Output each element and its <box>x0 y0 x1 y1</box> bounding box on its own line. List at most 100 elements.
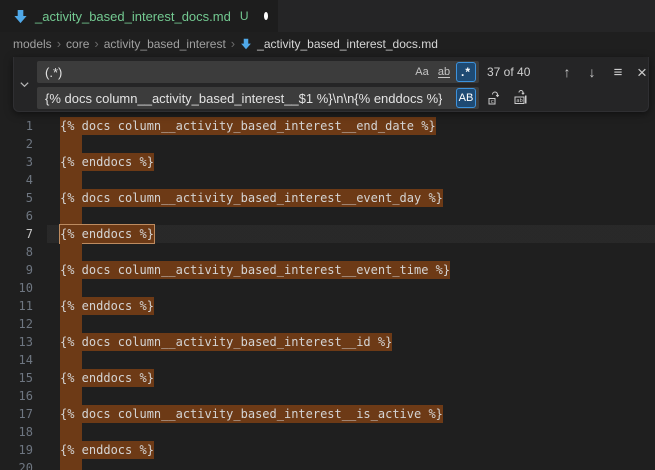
editor-line[interactable]: 9 {% docs column__activity_based_interes… <box>0 261 655 279</box>
line-content[interactable]: {% enddocs %} <box>60 297 154 315</box>
line-number[interactable]: 2 <box>0 135 33 153</box>
line-content[interactable] <box>60 315 82 333</box>
selection-icon: ≡ <box>614 64 623 81</box>
close-icon: × <box>637 64 647 81</box>
tab-active-file[interactable]: _activity_based_interest_docs.md U <box>0 0 278 32</box>
editor-line[interactable]: 3 {% enddocs %} <box>0 153 655 171</box>
line-content[interactable] <box>60 243 82 261</box>
line-content[interactable]: {% enddocs %} <box>60 153 154 171</box>
editor-line[interactable]: 10 <box>0 279 655 297</box>
line-number[interactable]: 1 <box>0 117 33 135</box>
line-number[interactable]: 14 <box>0 351 33 369</box>
line-content[interactable] <box>60 459 82 470</box>
markdown-file-icon <box>13 9 28 24</box>
editor-line[interactable]: 20 <box>0 459 655 470</box>
line-content[interactable] <box>60 279 82 297</box>
line-number[interactable]: 20 <box>0 459 33 470</box>
arrow-down-icon: ↓ <box>589 64 596 80</box>
find-in-selection-button[interactable]: ≡ <box>608 62 628 82</box>
editor-line[interactable]: 11 {% enddocs %} <box>0 297 655 315</box>
editor-line[interactable]: 5 {% docs column__activity_based_interes… <box>0 189 655 207</box>
line-number[interactable]: 17 <box>0 405 33 423</box>
line-content[interactable]: {% docs column__activity_based_interest_… <box>60 405 443 423</box>
whole-word-button[interactable]: ab <box>434 62 454 82</box>
line-number[interactable]: 6 <box>0 207 33 225</box>
line-content[interactable]: {% docs column__activity_based_interest_… <box>60 261 450 279</box>
find-match: {% docs column__activity_based_interest_… <box>60 405 443 423</box>
line-content[interactable] <box>60 207 82 225</box>
line-content[interactable]: {% enddocs %} <box>60 441 154 459</box>
replace-button[interactable]: c <box>485 88 505 108</box>
line-number[interactable]: 7 <box>0 225 33 243</box>
replace-all-button[interactable]: ab <box>510 88 530 108</box>
replace-value: {% docs column__activity_based_interest_… <box>37 91 442 106</box>
editor-line[interactable]: 16 <box>0 387 655 405</box>
toggle-replace-button[interactable] <box>14 57 34 111</box>
preserve-case-button[interactable]: AB <box>456 88 476 108</box>
chevron-down-icon <box>19 79 30 90</box>
line-number[interactable]: 16 <box>0 387 33 405</box>
line-content[interactable] <box>60 387 82 405</box>
line-number[interactable]: 4 <box>0 171 33 189</box>
line-content[interactable]: {% enddocs %} <box>60 369 154 387</box>
match-case-button[interactable]: Aa <box>412 62 432 82</box>
editor-line[interactable]: 12 <box>0 315 655 333</box>
editor-line[interactable]: 1 {% docs column__activity_based_interes… <box>0 117 655 135</box>
line-number[interactable]: 9 <box>0 261 33 279</box>
tab-filename: _activity_based_interest_docs.md <box>35 9 231 24</box>
regex-button[interactable]: .* <box>456 62 476 82</box>
previous-match-button[interactable]: ↑ <box>557 62 577 82</box>
line-number[interactable]: 12 <box>0 315 33 333</box>
modified-dot-icon[interactable] <box>264 12 268 20</box>
editor-line[interactable]: 18 <box>0 423 655 441</box>
line-number[interactable]: 11 <box>0 297 33 315</box>
breadcrumb-item-activity-based-interest[interactable]: activity_based_interest <box>104 37 226 51</box>
editor-line[interactable]: 7 {% enddocs %} <box>0 225 655 243</box>
editor-line[interactable]: 17 {% docs column__activity_based_intere… <box>0 405 655 423</box>
next-match-button[interactable]: ↓ <box>582 62 602 82</box>
editor-line[interactable]: 4 <box>0 171 655 189</box>
find-input[interactable]: (.*) Aa ab .* <box>37 61 479 83</box>
line-number[interactable]: 10 <box>0 279 33 297</box>
line-number[interactable]: 13 <box>0 333 33 351</box>
line-content[interactable] <box>60 423 82 441</box>
editor-line[interactable]: 2 <box>0 135 655 153</box>
close-find-widget-button[interactable]: × <box>632 62 652 82</box>
editor-line[interactable]: 13 {% docs column__activity_based_intere… <box>0 333 655 351</box>
line-number[interactable]: 15 <box>0 369 33 387</box>
find-match-empty-line <box>60 423 82 441</box>
line-content[interactable]: {% docs column__activity_based_interest_… <box>60 189 443 207</box>
line-content[interactable]: {% enddocs %} <box>60 225 154 243</box>
replace-all-icon: ab <box>512 90 529 106</box>
line-content[interactable] <box>60 135 82 153</box>
git-untracked-badge: U <box>240 9 249 23</box>
current-find-match: {% enddocs %} <box>60 225 154 243</box>
editor-line[interactable]: 6 <box>0 207 655 225</box>
editor-line[interactable]: 15 {% enddocs %} <box>0 369 655 387</box>
line-number[interactable]: 18 <box>0 423 33 441</box>
find-match-empty-line <box>60 279 82 297</box>
find-match-empty-line <box>60 207 82 225</box>
line-number[interactable]: 19 <box>0 441 33 459</box>
replace-icon: c <box>487 90 503 106</box>
replace-input[interactable]: {% docs column__activity_based_interest_… <box>37 87 479 109</box>
breadcrumb-item-file[interactable]: _activity_based_interest_docs.md <box>240 37 438 51</box>
line-number[interactable]: 8 <box>0 243 33 261</box>
editor-line[interactable]: 8 <box>0 243 655 261</box>
arrow-up-icon: ↑ <box>564 64 571 80</box>
breadcrumb-item-models[interactable]: models <box>13 37 52 51</box>
line-content[interactable]: {% docs column__activity_based_interest_… <box>60 333 392 351</box>
line-content[interactable] <box>60 351 82 369</box>
line-content[interactable]: {% docs column__activity_based_interest_… <box>60 117 436 135</box>
breadcrumb-item-core[interactable]: core <box>66 37 89 51</box>
find-match: {% docs column__activity_based_interest_… <box>60 333 392 351</box>
editor-line[interactable]: 14 <box>0 351 655 369</box>
editor[interactable]: 1 {% docs column__activity_based_interes… <box>0 56 655 470</box>
line-content[interactable] <box>60 171 82 189</box>
line-number[interactable]: 3 <box>0 153 33 171</box>
find-match: {% docs column__activity_based_interest_… <box>60 261 450 279</box>
find-match: {% enddocs %} <box>60 153 154 171</box>
editor-line[interactable]: 19 {% enddocs %} <box>0 441 655 459</box>
find-match: {% enddocs %} <box>60 369 154 387</box>
line-number[interactable]: 5 <box>0 189 33 207</box>
